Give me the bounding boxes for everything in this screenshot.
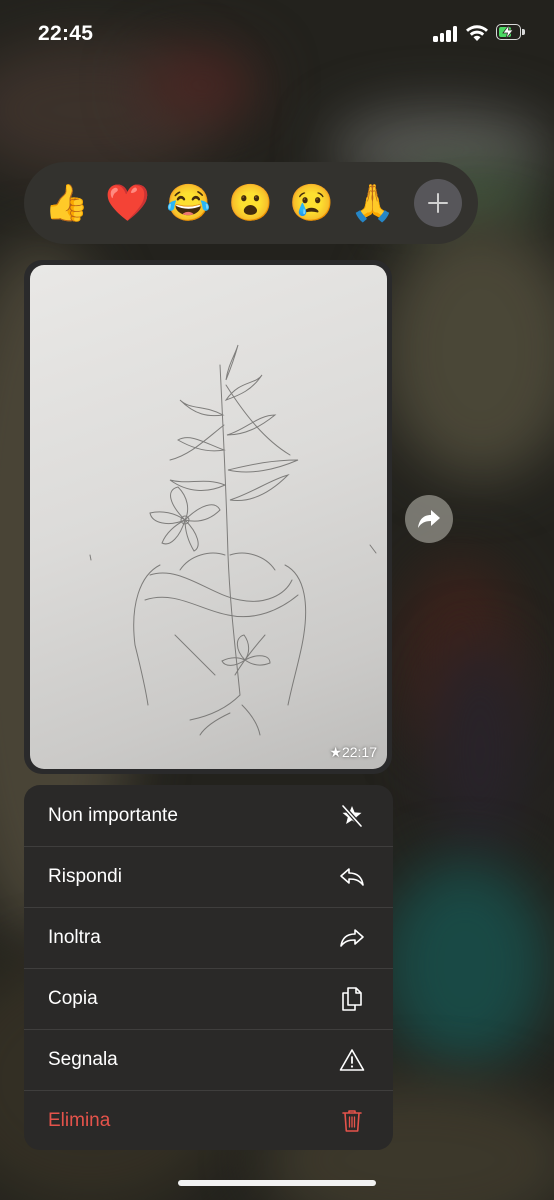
battery-charging-icon [496, 24, 526, 42]
forward-message-button[interactable] [405, 495, 453, 543]
menu-item-unstar[interactable]: Non importante [24, 785, 393, 846]
menu-item-copy[interactable]: Copia [24, 968, 393, 1029]
reaction-thumbs-up[interactable]: 👍 [44, 182, 89, 224]
copy-icon [339, 986, 365, 1012]
reaction-crying[interactable]: 😢 [289, 182, 334, 224]
forward-icon [339, 925, 365, 951]
status-bar: 22:45 [0, 0, 554, 70]
menu-item-label: Elimina [48, 1110, 111, 1131]
reply-icon [339, 864, 365, 890]
wifi-icon [465, 24, 489, 47]
menu-item-label: Copia [48, 988, 98, 1009]
menu-item-label: Inoltra [48, 927, 101, 948]
home-indicator[interactable] [178, 1180, 376, 1186]
reaction-surprised[interactable]: 😮 [228, 182, 273, 224]
reaction-bar: 👍 ❤️ 😂 😮 😢 🙏 [24, 162, 478, 244]
menu-item-label: Non importante [48, 804, 178, 826]
menu-item-reply[interactable]: Rispondi [24, 846, 393, 907]
sketch-photo[interactable]: ★22:17 [30, 265, 387, 769]
image-message-bubble[interactable]: ★22:17 [24, 260, 392, 774]
trash-icon [339, 1108, 365, 1134]
message-timestamp: ★22:17 [329, 744, 377, 760]
reaction-tears-of-joy[interactable]: 😂 [166, 182, 211, 224]
pencil-sketch-illustration [89, 344, 377, 736]
menu-item-delete[interactable]: Elimina [24, 1090, 393, 1150]
menu-item-report[interactable]: Segnala [24, 1029, 393, 1090]
share-arrow-icon [418, 510, 440, 528]
more-reactions-button[interactable] [414, 179, 462, 227]
warning-icon [339, 1047, 365, 1073]
plus-icon [428, 193, 448, 213]
reaction-red-heart[interactable]: ❤️ [105, 182, 150, 224]
message-context-menu: Non importante Rispondi Inoltra Copia Se… [24, 785, 393, 1150]
status-time: 22:45 [38, 22, 94, 45]
menu-item-label: Segnala [48, 1049, 118, 1070]
menu-item-label: Rispondi [48, 866, 122, 887]
menu-item-forward[interactable]: Inoltra [24, 907, 393, 968]
cellular-signal-icon [433, 26, 459, 42]
reaction-praying-hands[interactable]: 🙏 [350, 182, 395, 224]
unstar-icon [339, 803, 365, 829]
